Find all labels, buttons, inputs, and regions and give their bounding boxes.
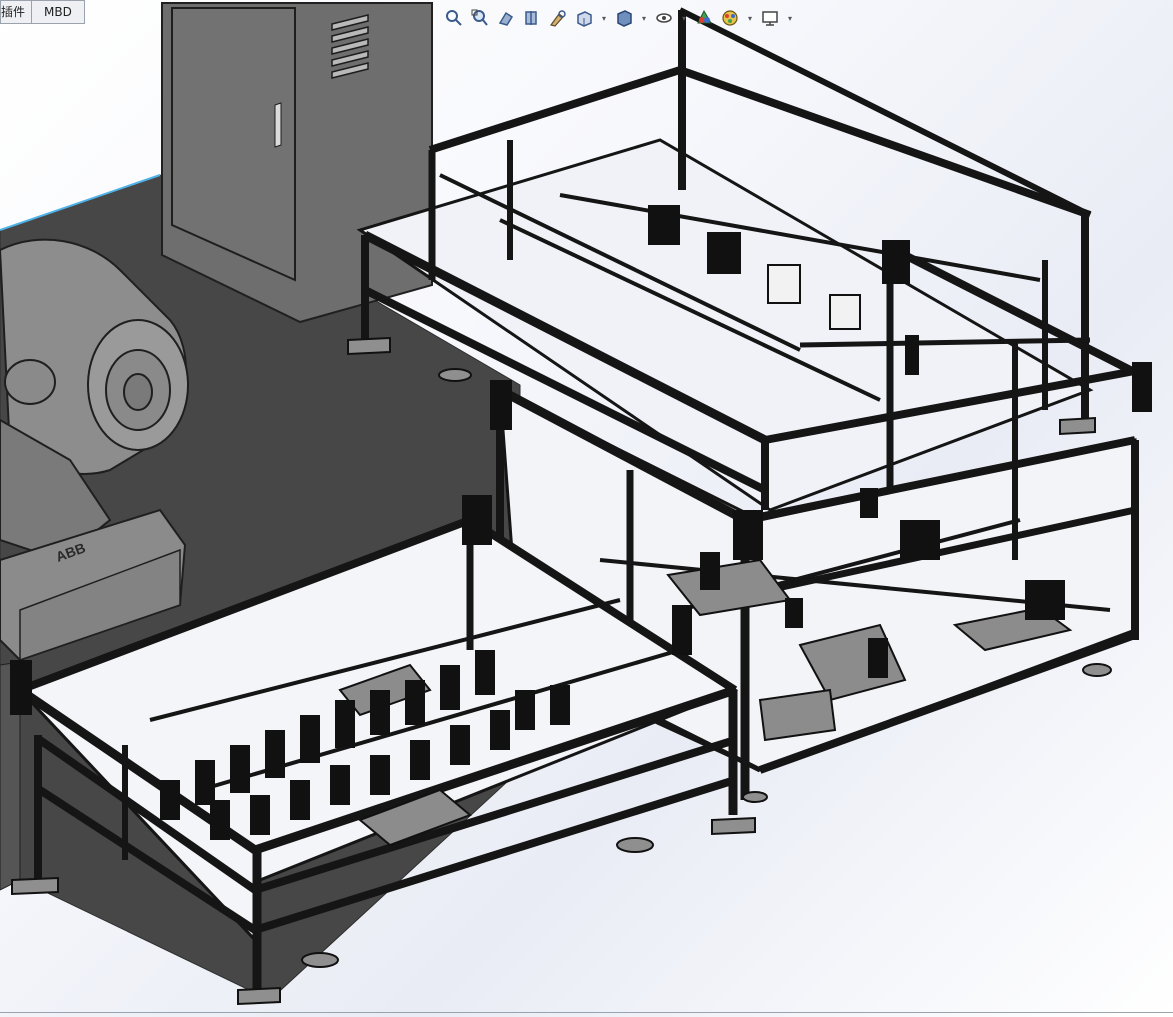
view-orientation-icon[interactable] xyxy=(574,8,594,28)
tab-addins[interactable]: 插件 xyxy=(0,0,33,24)
display-style-dropdown-icon[interactable]: ▾ xyxy=(640,8,648,28)
view-orientation-dropdown-icon[interactable]: ▾ xyxy=(600,8,608,28)
command-manager-tabs: 插件 MBD xyxy=(0,0,85,24)
section-view-icon[interactable] xyxy=(522,8,542,28)
zoom-to-fit-icon[interactable] xyxy=(444,8,464,28)
edit-appearance-icon[interactable] xyxy=(694,8,714,28)
assembly-model-scene[interactable]: ABB xyxy=(0,0,1173,1017)
heads-up-view-toolbar: ▾ ▾ ▾ ▾ ▾ xyxy=(444,6,794,30)
graphics-area-bottom-border xyxy=(0,1012,1173,1013)
view-settings-dropdown-icon[interactable]: ▾ xyxy=(786,8,794,28)
dynamic-annotation-icon[interactable] xyxy=(548,8,568,28)
control-cabinet xyxy=(161,2,433,324)
hide-show-dropdown-icon[interactable]: ▾ xyxy=(680,8,688,28)
previous-view-icon[interactable] xyxy=(496,8,516,28)
view-settings-icon[interactable] xyxy=(760,8,780,28)
tab-mbd[interactable]: MBD xyxy=(31,0,85,24)
graphics-area[interactable]: ABB 插件 MBD ▾ ▾ ▾ ▾ ▾ xyxy=(0,0,1173,1017)
hide-show-items-icon[interactable] xyxy=(654,8,674,28)
apply-scene-icon[interactable] xyxy=(720,8,740,28)
apply-scene-dropdown-icon[interactable]: ▾ xyxy=(746,8,754,28)
zoom-to-area-icon[interactable] xyxy=(470,8,490,28)
display-style-icon[interactable] xyxy=(614,8,634,28)
